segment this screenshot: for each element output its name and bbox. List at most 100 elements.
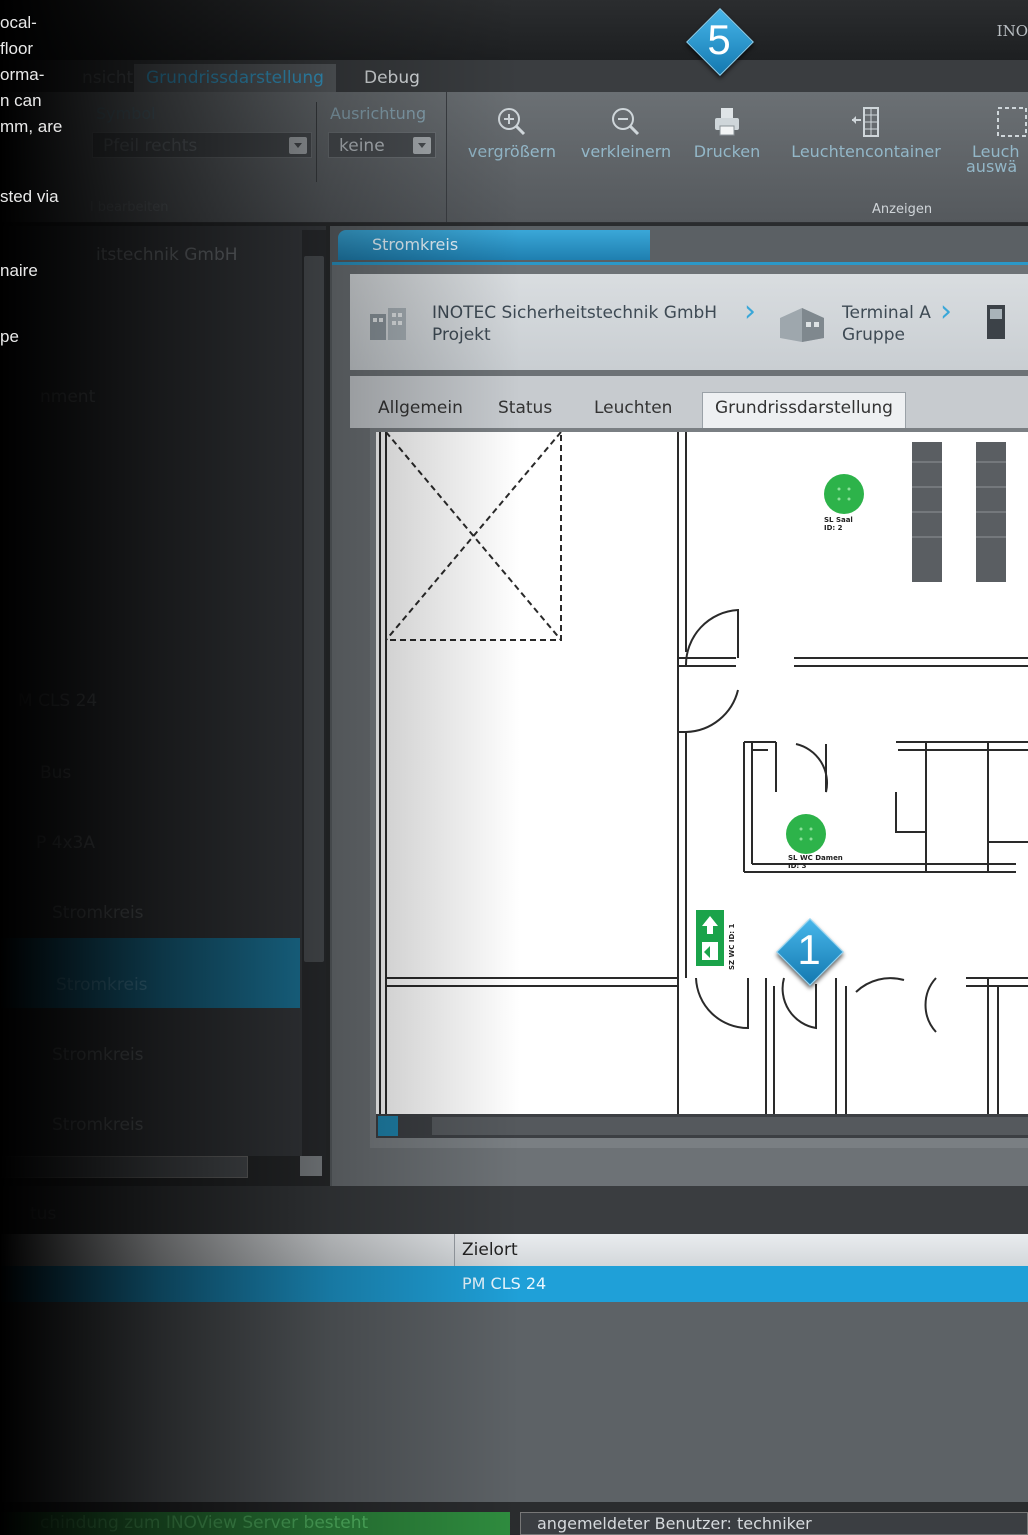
caption-text: ocal- floor orma- n can mm, are sted via… (0, 10, 90, 350)
separator (446, 92, 447, 222)
zoom-out-icon (612, 108, 640, 136)
tree-item[interactable]: Stromkreis (0, 1044, 300, 1114)
caption-line (0, 140, 90, 184)
connection-status: chindung zum INOView Server besteht (0, 1512, 510, 1535)
zoom-in-button[interactable]: vergrößern (460, 104, 564, 161)
tree-item[interactable]: Bus (0, 762, 300, 832)
table-header: Zielort (0, 1234, 1028, 1266)
tree-item-label: P 4x3A (36, 833, 95, 853)
callout-badge: 5 (686, 8, 754, 76)
floorplan-canvas[interactable]: SL Saal ID: 2 SL WC Damen ID: 3 SZ WC ID… (376, 432, 1028, 1114)
tree-item[interactable]: M CLS 24 (0, 690, 300, 760)
luminaire-select-icon (997, 107, 1027, 137)
zoom-out-button[interactable]: verkleinern (574, 104, 678, 161)
bottom-panel-header: tus (0, 1186, 1028, 1234)
caption-line: ocal- (0, 13, 37, 32)
tree-item-label: Bus (40, 763, 72, 783)
caption-line (0, 304, 90, 324)
column-separator (454, 1234, 455, 1266)
caption-line: mm, are (0, 117, 63, 136)
exit-sign-id: ID: 1 (728, 923, 736, 943)
breadcrumb-project-name[interactable]: INOTEC Sicherheitstechnik GmbH (432, 302, 717, 324)
edit-group-label: l bearbeiten (90, 200, 169, 215)
luminaire-id: ID: 2 (824, 524, 843, 532)
tree-hscrollbar[interactable] (0, 1156, 248, 1178)
caption-line: pe (0, 327, 19, 346)
luminaire-select-button[interactable]: Leuch auswä (966, 104, 1028, 176)
exit-sign-label: SZ WC ID: 1 (728, 910, 740, 970)
symbol-label: Symbol (96, 104, 156, 123)
tree-item-label: nment (40, 387, 96, 407)
table-cell-zielort: PM CLS 24 (462, 1274, 547, 1293)
tree-item-selected[interactable]: Stromkreis (0, 938, 300, 1008)
print-label: Drucken (693, 142, 761, 161)
tree-item[interactable]: P 4x3A (0, 832, 300, 902)
ausrichtung-select[interactable]: keine (328, 132, 436, 158)
tree-item-label: Stromkreis (56, 975, 148, 995)
floorplan-drawing (379, 432, 1028, 1114)
tree-item-label: Stromkreis (52, 1045, 144, 1065)
breadcrumb-project-type: Projekt (432, 325, 491, 345)
chevron-right-icon: › (744, 294, 756, 329)
column-header-zielort[interactable]: Zielort (462, 1240, 518, 1260)
building-icon (780, 308, 824, 342)
exit-sign-icon[interactable] (694, 908, 726, 968)
zoom-in-icon (498, 108, 526, 136)
caption-line (0, 210, 90, 258)
tab-allgemein[interactable]: Allgemein (378, 398, 463, 418)
breadcrumb-terminal-name[interactable]: Terminal A (842, 302, 931, 324)
scroll-left-button[interactable] (378, 1116, 398, 1136)
tab-grundrissdarstellung[interactable]: Grundrissdarstellung (134, 64, 336, 92)
tree-item[interactable] (0, 596, 300, 666)
ribbon: Symbol Pfeil rechts Ausrichtung keine l … (0, 92, 1028, 223)
callout-number: 1 (797, 926, 821, 973)
ausrichtung-select-value: keine (339, 136, 385, 156)
zoom-out-label: verkleinern (580, 142, 672, 161)
separator (316, 102, 317, 182)
caption-line: naire (0, 261, 38, 280)
symbol-select-value: Pfeil rechts (103, 136, 198, 156)
bottom-section-label: tus (30, 1204, 57, 1224)
tree-item-label: itstechnik GmbH (96, 245, 238, 265)
document-tab[interactable]: Stromkreis (338, 230, 650, 260)
table-body (0, 1302, 1028, 1502)
luminaire-name: SL WC Damen (788, 854, 843, 862)
project-tree: itstechnik GmbH nment M CLS 24 Bus P 4x3… (0, 226, 326, 1156)
tab-debug[interactable]: Debug (352, 64, 432, 92)
chevron-down-icon (289, 137, 307, 154)
luminaire-container-button[interactable]: Leuchtencontainer (776, 104, 956, 161)
tab-leuchten[interactable]: Leuchten (594, 398, 672, 418)
tree-item[interactable]: nment (0, 386, 300, 456)
buildings-icon (370, 308, 406, 340)
app-title: INO (996, 22, 1028, 40)
tree-item-label: M CLS 24 (18, 691, 98, 711)
chevron-down-icon (413, 137, 431, 154)
breadcrumb-terminal-type: Gruppe (842, 325, 905, 345)
anzeigen-group-label: Anzeigen (872, 202, 933, 217)
emergency-luminaire-icon[interactable] (784, 812, 828, 856)
luminaire-container-label: Leuchtencontainer (791, 142, 941, 161)
emergency-luminaire-icon[interactable] (822, 472, 866, 516)
callout-number: 5 (707, 16, 731, 63)
luminaire-label-saal: SL Saal ID: 2 (824, 516, 853, 532)
tree-scrollbar-thumb[interactable] (304, 256, 324, 962)
device-icon (987, 305, 1005, 339)
tab-grundrissdarstellung-view[interactable]: Grundrissdarstellung (702, 392, 906, 429)
tree-item-label: Stromkreis (52, 1115, 144, 1135)
callout-badge: 1 (776, 918, 844, 986)
ausrichtung-label: Ausrichtung (330, 104, 427, 123)
luminaire-name: SL Saal (824, 516, 853, 524)
floorplan-hscrollbar-thumb[interactable] (432, 1117, 1028, 1135)
luminaire-label-wc: SL WC Damen ID: 3 (788, 854, 843, 870)
logged-in-user: angemeldeter Benutzer: techniker (520, 1512, 1028, 1535)
table-row[interactable]: PM CLS 24 (0, 1266, 1028, 1302)
print-button[interactable]: Drucken (688, 104, 766, 161)
zoom-in-label: vergrößern (467, 142, 557, 161)
luminaire-id: ID: 3 (788, 862, 807, 870)
tree-item[interactable] (0, 456, 300, 526)
symbol-select[interactable]: Pfeil rechts (92, 132, 312, 158)
ribbon-tab-bar: nsicht Grundrissdarstellung Debug (0, 60, 1028, 92)
title-bar (0, 0, 1028, 60)
tab-status[interactable]: Status (498, 398, 552, 418)
caption-line: orma- (0, 65, 45, 84)
